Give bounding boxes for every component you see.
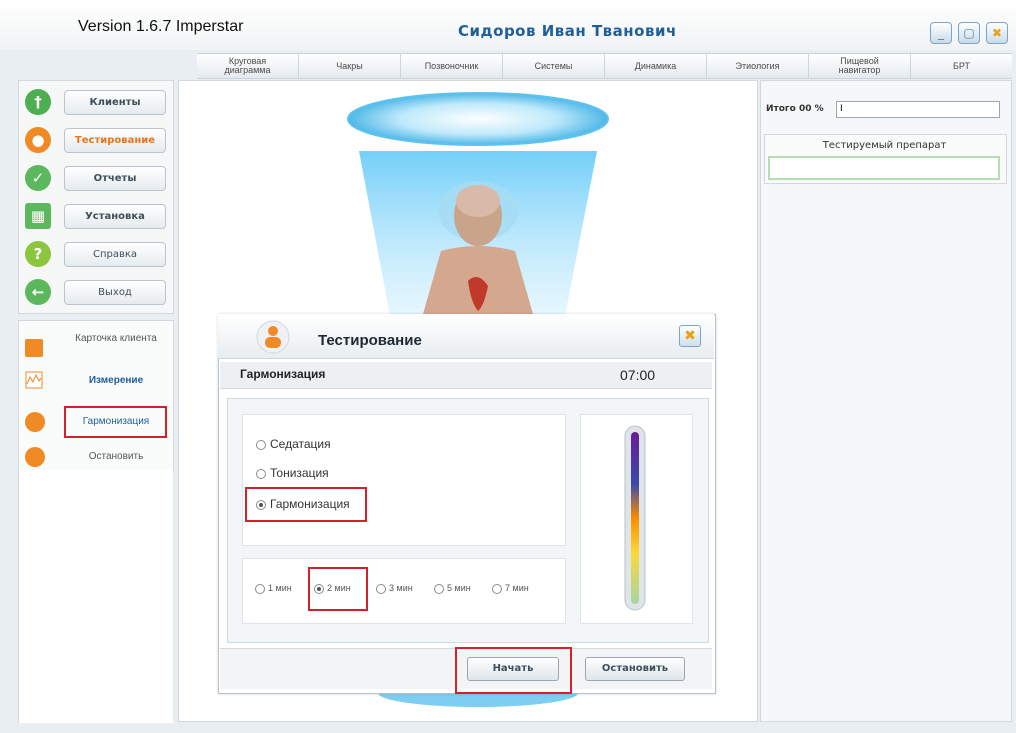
section-title: Гармонизация [240, 367, 326, 381]
clients-button[interactable]: Клиенты [64, 90, 166, 115]
level-meter [624, 425, 646, 611]
harmonization-icon [25, 412, 45, 432]
client-card-icon [25, 339, 43, 357]
timer-display: 07:00 [620, 367, 656, 383]
sidebar-sub: Карточка клиента Измерение Гармонизация … [18, 320, 174, 472]
main-tabs: Круговая диаграмма Чакры Позвоночник Сист… [197, 53, 1012, 79]
total-label: Итого 00 % [766, 104, 824, 114]
stop-icon [25, 447, 45, 467]
sidebar-item-client-card[interactable]: Карточка клиента [19, 333, 173, 363]
duration-3min[interactable]: 3 мин [376, 583, 413, 594]
radio-5min[interactable] [434, 583, 444, 594]
preparation-label: Тестируемый препарат [822, 140, 947, 151]
sidebar-item-testing[interactable]: ● Тестирование [19, 123, 173, 159]
total-value: 00 % [798, 104, 824, 114]
user-name: Сидоров Иван Тванович [458, 22, 677, 40]
help-icon: ? [25, 241, 51, 267]
radio-7min[interactable] [492, 583, 502, 594]
measurement-label: Измерение [88, 375, 144, 386]
exit-button[interactable]: Выход [64, 280, 166, 305]
client-card-label: Карточка клиента [75, 333, 157, 344]
radio-3min[interactable] [376, 583, 386, 594]
mode-group [242, 414, 566, 546]
reports-button[interactable]: Отчеты [64, 166, 166, 191]
radio-harmonization[interactable] [256, 499, 266, 510]
close-window-button[interactable]: ✖ [986, 22, 1008, 44]
settings-grid-icon: ▦ [25, 203, 51, 229]
tab-circular-diagram[interactable]: Круговая диаграмма [197, 54, 299, 78]
checkmark-icon: ✓ [25, 165, 51, 191]
maximize-icon: ▢ [963, 26, 975, 40]
maximize-button[interactable]: ▢ [958, 22, 980, 44]
tab-dynamics[interactable]: Динамика [605, 54, 707, 78]
mode-tonization[interactable]: Тонизация [256, 466, 329, 480]
sidebar-item-help[interactable]: ? Справка [19, 237, 173, 273]
user-test-icon: ● [25, 127, 51, 153]
dialog-close-button[interactable]: ✖ [679, 325, 701, 347]
sidebar-main: † Клиенты ● Тестирование ✓ Отчеты ▦ Уста… [18, 80, 174, 314]
mode-harmonization[interactable]: Гармонизация [256, 497, 350, 511]
tab-brt[interactable]: БРТ [911, 54, 1012, 78]
minimize-button[interactable]: _ [930, 22, 952, 44]
sidebar-item-settings[interactable]: ▦ Установка [19, 199, 173, 235]
stop-button[interactable]: Остановить [585, 657, 685, 681]
tab-spine[interactable]: Позвоночник [401, 54, 503, 78]
duration-1min[interactable]: 1 мин [255, 583, 292, 594]
person-icon: † [25, 89, 51, 115]
user-avatar-icon [256, 320, 290, 354]
harmonization-label: Гармонизация [82, 416, 150, 427]
radio-1min[interactable] [255, 583, 265, 594]
sidebar-item-exit[interactable]: ← Выход [19, 275, 173, 311]
app-version: Version 1.6.7 Imperstar [78, 18, 244, 35]
sidebar-item-clients[interactable]: † Клиенты [19, 85, 173, 121]
duration-7min[interactable]: 7 мин [492, 583, 529, 594]
help-button[interactable]: Справка [64, 242, 166, 267]
dialog-header [218, 314, 714, 359]
minimize-icon: _ [938, 26, 944, 40]
duration-5min[interactable]: 5 мин [434, 583, 471, 594]
dialog-title: Тестирование [318, 332, 422, 349]
sidebar-item-harmonization[interactable]: Гармонизация [19, 406, 173, 438]
total-input[interactable]: I [836, 101, 1000, 118]
sidebar-item-measurement[interactable]: Измерение [19, 371, 173, 393]
close-icon: ✖ [684, 328, 696, 344]
stop-label: Остановить [88, 451, 144, 462]
start-button[interactable]: Начать [467, 657, 559, 681]
mode-sedation[interactable]: Седатация [256, 437, 331, 451]
tab-food-navigator[interactable]: Пищевой навигатор [809, 54, 911, 78]
duration-2min[interactable]: 2 мин [314, 583, 351, 594]
tab-systems[interactable]: Системы [503, 54, 605, 78]
settings-button[interactable]: Установка [64, 204, 166, 229]
sidebar-item-stop[interactable]: Остановить [19, 443, 173, 469]
radio-2min[interactable] [314, 583, 324, 594]
preparation-input[interactable] [768, 156, 1000, 180]
sidebar-item-reports[interactable]: ✓ Отчеты [19, 161, 173, 197]
tab-chakras[interactable]: Чакры [299, 54, 401, 78]
exit-arrow-icon: ← [25, 279, 51, 305]
testing-button[interactable]: Тестирование [64, 128, 166, 153]
tab-etiology[interactable]: Этиология [707, 54, 809, 78]
close-icon: ✖ [991, 26, 1003, 40]
measurement-icon [25, 371, 43, 389]
sidebar-empty [18, 470, 173, 723]
radio-sedation[interactable] [256, 439, 266, 450]
radio-tonization[interactable] [256, 468, 266, 479]
